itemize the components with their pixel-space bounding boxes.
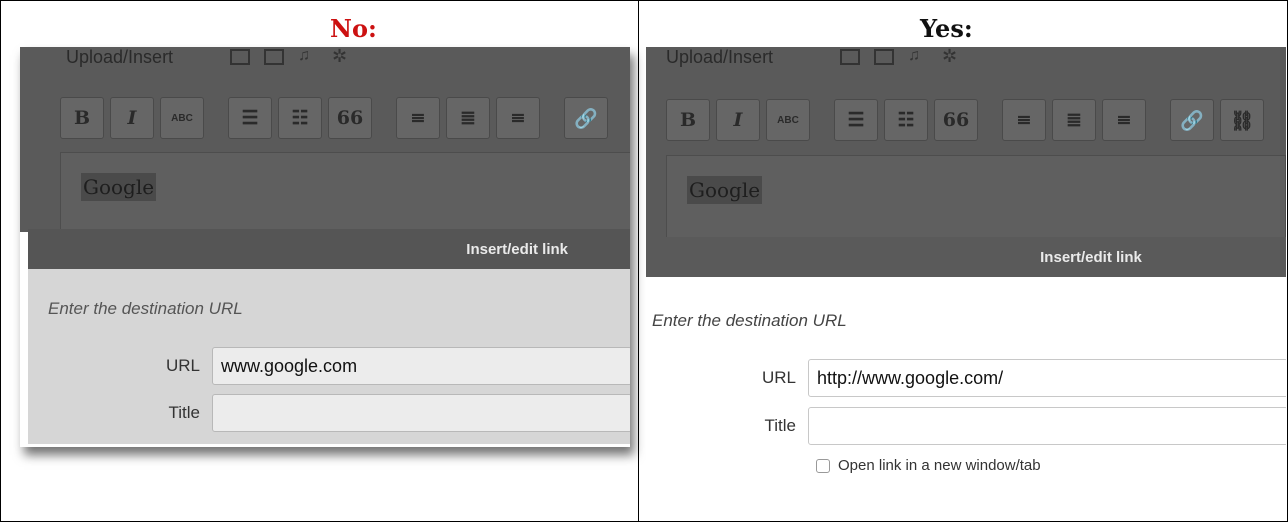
title-input[interactable] <box>212 394 630 432</box>
title-input[interactable] <box>808 407 1286 445</box>
align-center-button[interactable]: ≣ <box>1052 99 1096 141</box>
editor-toolbar: B I ABC ☰ ☷ 66 ≡ ≣ ≡ 🔗 ⛓ <box>666 99 1264 141</box>
yes-example-screenshot: Upload/Insert ♫ ✲ B I ABC ☰ ☷ 66 ≡ ≣ ≡ 🔗… <box>646 47 1286 492</box>
media-icon-group: ♫ ✲ <box>840 47 962 65</box>
url-row: URL <box>736 359 1286 397</box>
bold-button[interactable]: B <box>666 99 710 141</box>
video-icon[interactable] <box>264 49 284 65</box>
dialog-titlebar: Insert/edit link <box>646 237 1286 277</box>
new-window-label: Open link in a new window/tab <box>838 457 1041 474</box>
insert-link-button[interactable]: 🔗 <box>564 97 608 139</box>
new-window-row: Open link in a new window/tab <box>816 457 1041 474</box>
align-right-button[interactable]: ≡ <box>1102 99 1146 141</box>
dialog-title: Insert/edit link <box>1040 248 1142 266</box>
align-center-button[interactable]: ≣ <box>446 97 490 139</box>
upload-insert-label: Upload/Insert <box>666 47 774 67</box>
new-window-checkbox[interactable] <box>816 458 830 473</box>
video-icon[interactable] <box>874 49 894 65</box>
title-row: Title <box>140 394 630 432</box>
image-icon[interactable] <box>230 49 250 65</box>
title-row: Title <box>736 407 1286 445</box>
selected-text: Google <box>81 173 157 201</box>
url-label: URL <box>761 368 796 387</box>
insert-edit-link-dialog: Insert/edit link Enter the destination U… <box>646 237 1286 492</box>
dialog-title: Insert/edit link <box>466 240 568 258</box>
blockquote-button[interactable]: 66 <box>328 97 372 139</box>
editor-background: Upload/Insert ♫ ✲ B I ABC ☰ ☷ 66 ≡ ≣ ≡ 🔗… <box>646 47 1286 255</box>
media-icon-group: ♫ ✲ <box>230 47 352 65</box>
upload-insert-label: Upload/Insert <box>66 47 174 67</box>
blockquote-button[interactable]: 66 <box>934 99 978 141</box>
yes-heading: Yes: <box>920 14 973 43</box>
align-right-button[interactable]: ≡ <box>496 97 540 139</box>
url-input[interactable] <box>808 359 1286 397</box>
selected-text: Google <box>687 176 763 204</box>
align-left-button[interactable]: ≡ <box>1002 99 1046 141</box>
numbered-list-button[interactable]: ☷ <box>278 97 322 139</box>
numbered-list-button[interactable]: ☷ <box>884 99 928 141</box>
editor-toolbar: B I ABC ☰ ☷ 66 ≡ ≣ ≡ 🔗 <box>60 97 608 139</box>
strikethrough-button[interactable]: ABC <box>766 99 810 141</box>
bulleted-list-button[interactable]: ☰ <box>834 99 878 141</box>
insert-edit-link-dialog: Insert/edit link Enter the destination U… <box>28 229 630 444</box>
media-icon[interactable]: ✲ <box>332 47 352 65</box>
no-heading: No: <box>330 14 377 43</box>
italic-button[interactable]: I <box>110 97 154 139</box>
strikethrough-button[interactable]: ABC <box>160 97 204 139</box>
editor-background: Upload/Insert ♫ ✲ B I ABC ☰ ☷ 66 ≡ ≣ ≡ 🔗… <box>20 47 630 242</box>
insert-link-button[interactable]: 🔗 <box>1170 99 1214 141</box>
media-icon[interactable]: ✲ <box>942 47 962 65</box>
bulleted-list-button[interactable]: ☰ <box>228 97 272 139</box>
audio-icon[interactable]: ♫ <box>298 48 318 65</box>
align-left-button[interactable]: ≡ <box>396 97 440 139</box>
url-row: URL <box>140 347 630 385</box>
dialog-hint: Enter the destination URL <box>48 299 243 318</box>
bold-button[interactable]: B <box>60 97 104 139</box>
unlink-button[interactable]: ⛓ <box>1220 99 1264 141</box>
no-example-screenshot: Upload/Insert ♫ ✲ B I ABC ☰ ☷ 66 ≡ ≣ ≡ 🔗… <box>20 47 630 447</box>
url-label: URL <box>165 356 200 375</box>
dialog-titlebar: Insert/edit link <box>28 229 630 269</box>
image-icon[interactable] <box>840 49 860 65</box>
title-label: Title <box>168 403 201 422</box>
dialog-hint: Enter the destination URL <box>652 311 847 330</box>
title-label: Title <box>764 416 797 435</box>
italic-button[interactable]: I <box>716 99 760 141</box>
column-divider <box>638 0 639 522</box>
audio-icon[interactable]: ♫ <box>908 48 928 65</box>
url-input[interactable] <box>212 347 630 385</box>
